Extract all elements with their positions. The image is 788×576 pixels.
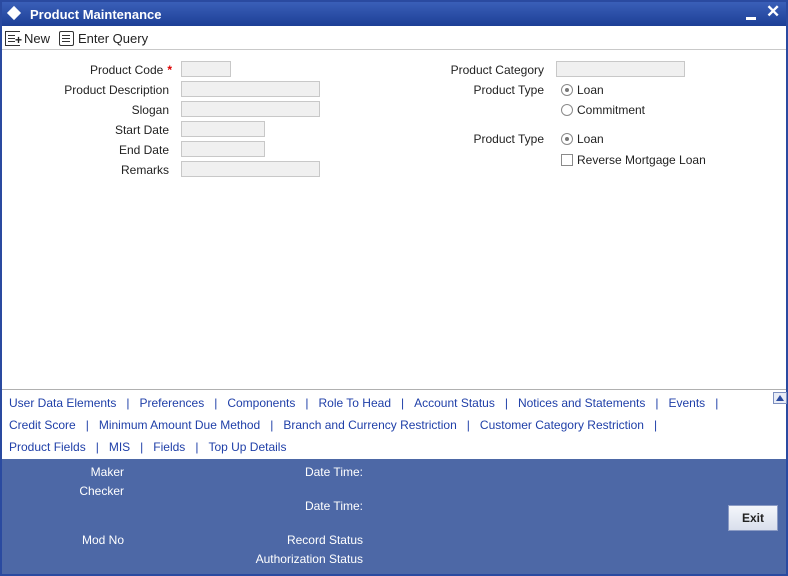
maker-label: Maker xyxy=(90,465,124,479)
link-minimum-amount-due-method[interactable]: Minimum Amount Due Method xyxy=(99,418,260,432)
link-separator: | xyxy=(655,396,659,410)
link-fields[interactable]: Fields xyxy=(153,440,185,454)
product-type-loan-radio[interactable] xyxy=(561,84,573,96)
product-code-label: Product Code * xyxy=(89,63,172,77)
slogan-label: Slogan xyxy=(131,103,169,117)
product-type-commitment-label: Commitment xyxy=(577,103,646,117)
links-row-3: Product Fields | MIS | Fields | Top Up Details xyxy=(9,440,286,454)
product-type-commitment-radio[interactable] xyxy=(561,104,573,116)
minimize-icon[interactable] xyxy=(746,17,756,20)
link-separator: | xyxy=(401,396,405,410)
start-date-input[interactable] xyxy=(181,121,265,137)
link-separator: | xyxy=(85,418,89,432)
link-separator: | xyxy=(504,396,508,410)
link-mis[interactable]: MIS xyxy=(109,440,130,454)
remarks-label: Remarks xyxy=(120,163,169,177)
product-type-label: Product Type xyxy=(473,83,545,97)
link-branch-and-currency-restriction[interactable]: Branch and Currency Restriction xyxy=(283,418,456,432)
link-components[interactable]: Components xyxy=(227,396,295,410)
authorization-status-label: Authorization Status xyxy=(255,552,363,566)
product-description-label: Product Description xyxy=(64,83,169,97)
new-button-label: New xyxy=(24,30,51,46)
scroll-up-icon[interactable] xyxy=(773,392,787,404)
product-category-label: Product Category xyxy=(450,63,544,77)
product-type-label-2: Product Type xyxy=(473,132,545,146)
title-bar: Product Maintenance ✕ xyxy=(2,2,786,26)
links-row-2: Credit Score | Minimum Amount Due Method | B… xyxy=(9,418,667,432)
link-product-fields[interactable]: Product Fields xyxy=(9,440,86,454)
slogan-input[interactable] xyxy=(181,101,320,117)
link-separator: | xyxy=(270,418,274,432)
subsystem-links: User Data Elements | Preferences | Component… xyxy=(2,390,786,459)
maker-date-time-label: Date Time: xyxy=(304,465,363,479)
remarks-input[interactable] xyxy=(181,161,320,177)
window-title: Product Maintenance xyxy=(30,7,162,22)
query-icon xyxy=(59,30,74,46)
product-type-2-loan-label: Loan xyxy=(577,132,604,146)
start-date-label: Start Date xyxy=(114,123,169,137)
link-notices-and-statements[interactable]: Notices and Statements xyxy=(518,396,645,410)
mod-no-label: Mod No xyxy=(81,533,124,547)
checker-label: Checker xyxy=(79,484,124,498)
links-row-1: User Data Elements | Preferences | Component… xyxy=(9,396,728,410)
link-preferences[interactable]: Preferences xyxy=(140,396,205,410)
product-type-loan-label: Loan xyxy=(577,83,604,97)
app-diamond-icon xyxy=(6,5,22,21)
link-customer-category-restriction[interactable]: Customer Category Restriction xyxy=(480,418,644,432)
link-separator: | xyxy=(466,418,470,432)
enter-query-button[interactable]: Enter Query xyxy=(59,29,148,47)
new-button[interactable]: New xyxy=(5,29,50,47)
product-type-2-loan-radio[interactable] xyxy=(561,133,573,145)
toolbar: New Enter Query xyxy=(2,26,786,50)
link-user-data-elements[interactable]: User Data Elements xyxy=(9,396,116,410)
reverse-mortgage-label: Reverse Mortgage Loan xyxy=(577,153,706,167)
end-date-label: End Date xyxy=(118,143,169,157)
record-status-label: Record Status xyxy=(286,533,363,547)
link-separator: | xyxy=(126,396,130,410)
link-role-to-head[interactable]: Role To Head xyxy=(319,396,392,410)
link-events[interactable]: Events xyxy=(669,396,706,410)
link-separator: | xyxy=(140,440,144,454)
link-separator: | xyxy=(653,418,658,432)
link-separator: | xyxy=(95,440,99,454)
close-icon[interactable]: ✕ xyxy=(766,3,780,21)
new-document-icon xyxy=(5,30,22,46)
link-credit-score[interactable]: Credit Score xyxy=(9,418,76,432)
product-code-input[interactable] xyxy=(181,61,231,77)
link-separator: | xyxy=(715,396,719,410)
link-separator: | xyxy=(214,396,218,410)
link-separator: | xyxy=(305,396,309,410)
checker-date-time-label: Date Time: xyxy=(304,499,363,513)
end-date-input[interactable] xyxy=(181,141,265,157)
enter-query-button-label: Enter Query xyxy=(78,30,149,46)
link-top-up-details[interactable]: Top Up Details xyxy=(208,440,286,454)
link-separator: | xyxy=(195,440,199,454)
reverse-mortgage-checkbox[interactable] xyxy=(561,154,573,166)
product-category-input[interactable] xyxy=(556,61,685,77)
required-marker: * xyxy=(167,63,172,77)
product-description-input[interactable] xyxy=(181,81,320,97)
link-account-status[interactable]: Account Status xyxy=(414,396,495,410)
exit-button[interactable]: Exit xyxy=(728,505,778,531)
product-maintenance-window: Product Maintenance ✕ New Enter Query Pr… xyxy=(0,0,788,576)
